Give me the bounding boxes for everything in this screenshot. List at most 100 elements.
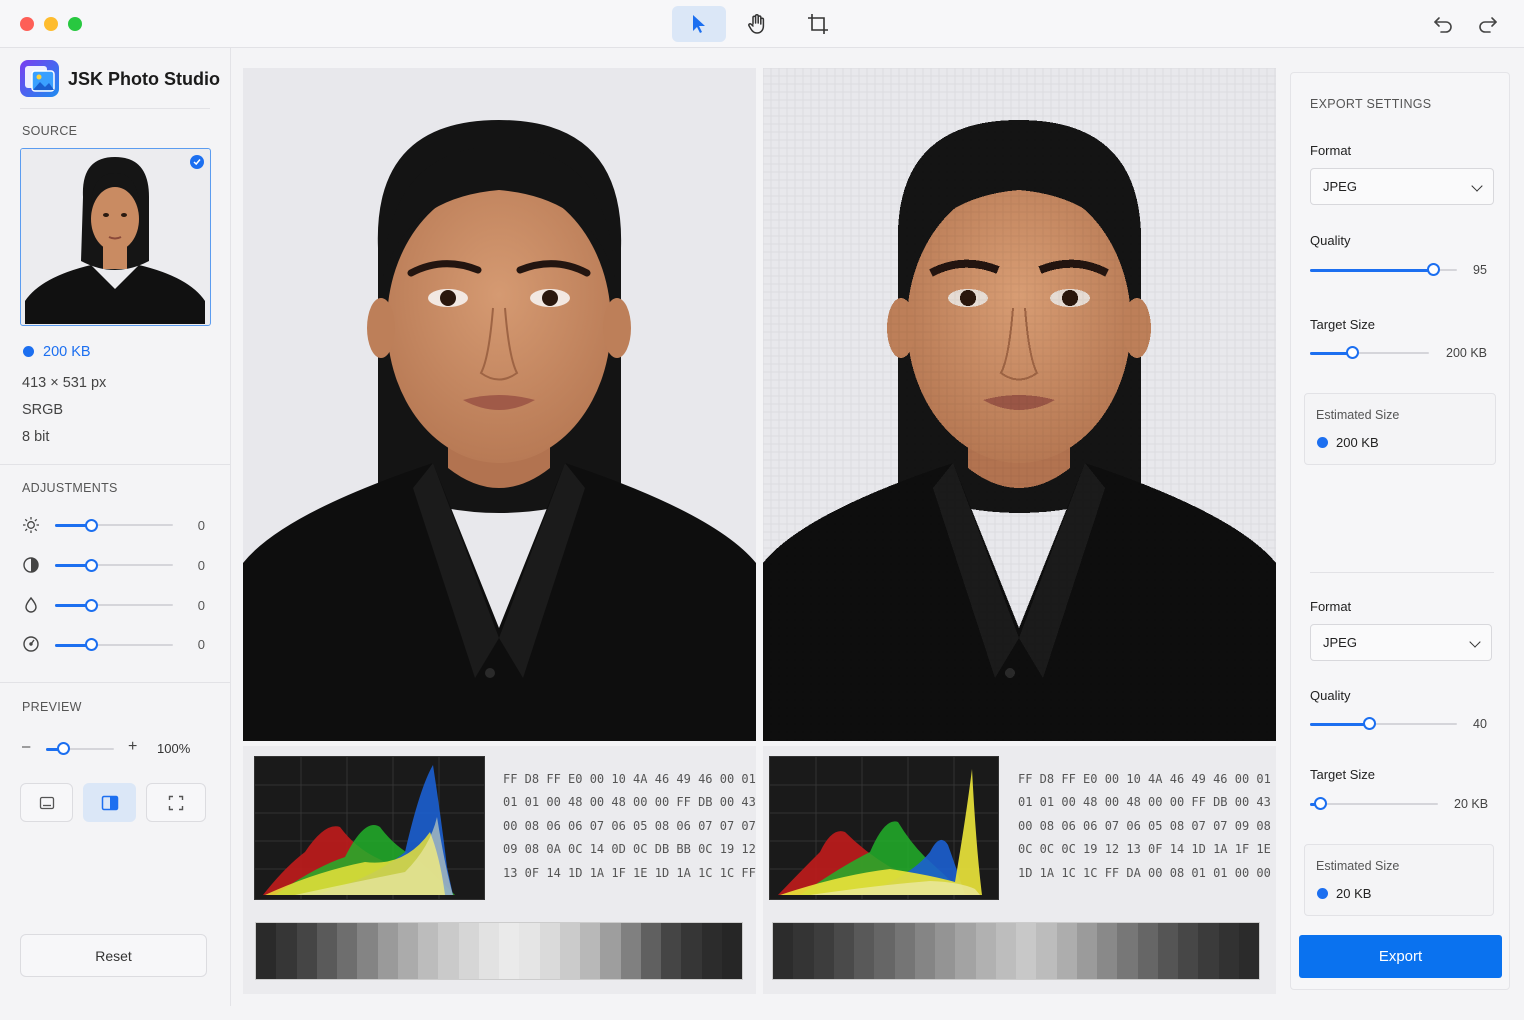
estimated-size-label-a: Estimated Size [1316, 408, 1400, 422]
format-select-b[interactable]: JPEG [1310, 624, 1492, 661]
luminance-swatch [438, 923, 459, 979]
left-sidebar: JSK Photo Studio SOURCE 200 KB 413 × 531… [0, 48, 231, 1006]
luminance-swatch [559, 923, 580, 979]
saturation-value: 0 [197, 598, 205, 613]
estimated-size-value-a: 200 KB [1336, 435, 1379, 450]
crop-icon [808, 14, 828, 34]
quality-value-b: 40 [1473, 717, 1487, 731]
target-size-value-a: 200 KB [1446, 346, 1488, 360]
original-image[interactable] [243, 68, 756, 741]
app-title: JSK Photo Studio [68, 69, 220, 89]
luminance-swatch [580, 923, 601, 979]
original-histogram [254, 756, 485, 900]
app-window: JSK Photo Studio SOURCE 200 KB 413 × 531… [0, 0, 1524, 1020]
file-size-dot [23, 346, 34, 357]
target-size-label-b: Target Size [1310, 767, 1376, 782]
luminance-swatch [914, 923, 935, 979]
file-size: 200 KB [43, 344, 91, 360]
compressed-histogram [769, 756, 999, 900]
source-thumbnail[interactable] [20, 148, 211, 326]
estimated-size-label-b: Estimated Size [1316, 859, 1400, 873]
zoom-level: 100% [157, 741, 191, 756]
luminance-swatch [661, 923, 682, 979]
brightness-icon [23, 517, 39, 533]
luminance-swatch [1016, 923, 1037, 979]
luminance-swatch [1178, 923, 1199, 979]
estimated-size-box-b: Estimated Size 20 KB [1304, 844, 1494, 916]
contrast-icon [23, 557, 39, 573]
split-pane-icon [101, 795, 118, 810]
quality-label-a: Quality [1310, 233, 1351, 248]
original-analysis-panel: FF D8 FF E0 00 10 4A 46 49 46 00 01 01 0… [243, 746, 756, 994]
source-section-title: SOURCE [22, 124, 78, 138]
luminance-swatch [1198, 923, 1219, 979]
luminance-swatch [620, 923, 641, 979]
redo-button[interactable] [1478, 14, 1498, 39]
bit-depth: 8 bit [22, 429, 50, 445]
single-view-button[interactable] [20, 783, 73, 822]
luminance-swatch [478, 923, 499, 979]
target-size-label-a: Target Size [1310, 317, 1376, 332]
luminance-swatch [600, 923, 621, 979]
export-button[interactable]: Export [1299, 935, 1502, 978]
single-pane-icon [39, 796, 54, 809]
luminance-swatch [357, 923, 378, 979]
gauge-icon [23, 636, 39, 652]
chevron-down-icon [1469, 636, 1481, 648]
fullscreen-icon [168, 795, 184, 810]
luminance-swatch [995, 923, 1016, 979]
estimated-size-box-a: Estimated Size 200 KB [1304, 393, 1496, 465]
luminance-swatch [1218, 923, 1239, 979]
estimated-size-dot-a [1317, 437, 1328, 448]
close-window-button[interactable] [20, 17, 34, 31]
fullscreen-view-button[interactable] [146, 783, 206, 822]
reset-button[interactable]: Reset [20, 934, 207, 977]
cursor-arrow-icon [693, 15, 705, 33]
luminance-swatch [1097, 923, 1118, 979]
format-value-a: JPEG [1323, 179, 1357, 194]
luminance-swatch [499, 923, 520, 979]
split-view-button[interactable] [83, 783, 136, 822]
luminance-swatch [296, 923, 317, 979]
select-tool-button[interactable] [672, 6, 726, 42]
luminance-swatch [874, 923, 895, 979]
minimize-window-button[interactable] [44, 17, 58, 31]
estimated-size-dot-b [1317, 888, 1328, 899]
format-select-a[interactable]: JPEG [1310, 168, 1494, 205]
crop-tool-button[interactable] [791, 6, 845, 42]
compressed-image[interactable] [763, 68, 1276, 741]
zoom-in-button[interactable]: + [128, 738, 137, 756]
export-settings-title: EXPORT SETTINGS [1310, 97, 1432, 111]
brightness-value: 0 [197, 518, 205, 533]
luminance-swatch [975, 923, 996, 979]
luminance-swatch [833, 923, 854, 979]
format-value-b: JPEG [1323, 635, 1357, 650]
luminance-swatch [256, 923, 277, 979]
export-settings-panel: EXPORT SETTINGS Format JPEG Quality 95 T… [1290, 72, 1510, 990]
pan-tool-button[interactable] [730, 6, 784, 42]
luminance-swatch [276, 923, 297, 979]
luminance-swatch [894, 923, 915, 979]
luminance-swatch [1056, 923, 1077, 979]
redo-icon [1479, 17, 1497, 33]
luminance-swatch [316, 923, 337, 979]
dimensions: 413 × 531 px [22, 375, 107, 391]
luminance-swatch [397, 923, 418, 979]
quality-value-a: 95 [1473, 263, 1487, 277]
undo-icon [1434, 17, 1452, 33]
app-logo [20, 60, 59, 97]
format-label-b: Format [1310, 599, 1352, 614]
droplet-icon [25, 596, 37, 613]
zoom-window-button[interactable] [68, 17, 82, 31]
contrast-value: 0 [197, 558, 205, 573]
zoom-out-button[interactable]: – [22, 738, 30, 755]
undo-button[interactable] [1433, 14, 1453, 39]
luminance-swatch [1117, 923, 1138, 979]
luminance-swatch [813, 923, 834, 979]
preview-section-title: PREVIEW [22, 700, 82, 714]
estimated-size-value-b: 20 KB [1336, 886, 1372, 901]
original-hex-dump: FF D8 FF E0 00 10 4A 46 49 46 00 01 01 0… [503, 772, 756, 880]
original-luminance-strip [255, 922, 743, 980]
luminance-swatch [519, 923, 540, 979]
luminance-swatch [539, 923, 560, 979]
